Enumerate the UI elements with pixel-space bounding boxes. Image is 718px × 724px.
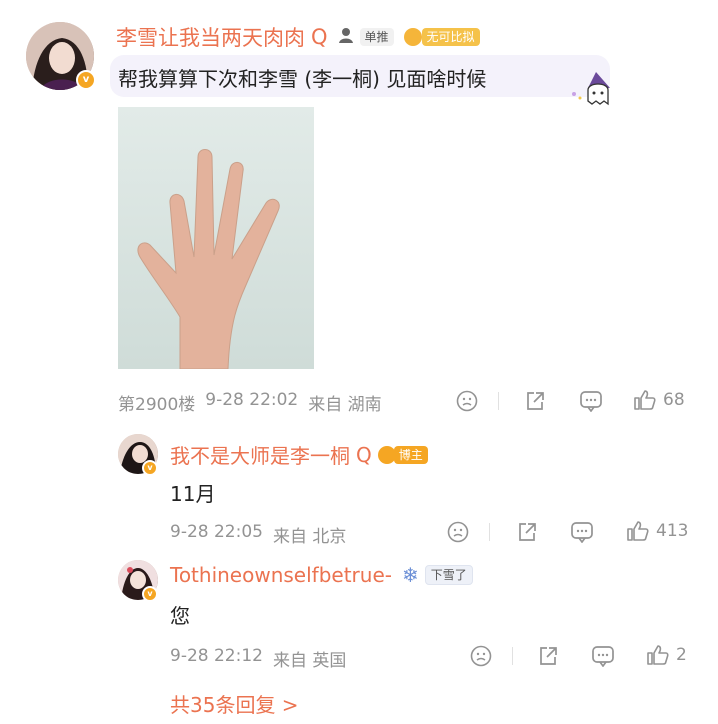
- reply-text: 您: [170, 604, 190, 628]
- snowflake-icon: ❄: [401, 563, 419, 587]
- comment-icon[interactable]: [579, 390, 603, 416]
- divider: [498, 392, 499, 410]
- username[interactable]: 李雪让我当两天肉肉: [116, 22, 305, 52]
- reply-time: 9-28 22:12: [170, 646, 263, 666]
- thumbs-up-icon: [647, 645, 669, 665]
- verified-badge-icon: v: [142, 460, 158, 476]
- medal-icon: [403, 28, 422, 46]
- react-emoji-icon[interactable]: [456, 390, 478, 416]
- share-icon[interactable]: [537, 645, 559, 671]
- comment-source: 来自 湖南: [308, 395, 382, 415]
- reply-username[interactable]: 我不是大师是李一桐: [170, 440, 350, 469]
- like-count: 2: [676, 645, 687, 665]
- divider: [512, 647, 513, 665]
- verified-badge-icon: v: [142, 586, 158, 602]
- like-button[interactable]: 68: [633, 389, 685, 411]
- comment-icon[interactable]: [570, 521, 594, 547]
- thumbs-up-icon: [634, 390, 656, 410]
- thumbs-up-icon: [627, 521, 649, 541]
- hand-illustration: [137, 149, 280, 369]
- comment-text: 帮我算算下次和李雪 (李一桐) 见面啥时候: [118, 67, 487, 91]
- react-emoji-icon[interactable]: [470, 645, 492, 671]
- divider: [489, 523, 490, 541]
- like-button[interactable]: 413: [626, 520, 688, 542]
- reply-text: 11月: [170, 482, 216, 506]
- ghost-wizard-icon: [566, 68, 616, 112]
- reply-username[interactable]: Tothineownselfbetrue-: [170, 563, 392, 587]
- comment-time: 9-28 22:02: [205, 390, 299, 410]
- status-badge: 下雪了: [424, 565, 473, 585]
- react-emoji-icon[interactable]: [447, 521, 469, 547]
- more-replies-link[interactable]: 共35条回复 >: [170, 689, 299, 718]
- user-icon: [338, 26, 354, 48]
- floor-number: 第2900楼: [118, 395, 196, 415]
- q-icon: Q: [356, 442, 372, 467]
- q-icon: Q: [311, 25, 328, 49]
- like-count: 68: [663, 390, 685, 410]
- reply-source: 来自 英国: [272, 651, 347, 671]
- comment-icon[interactable]: [591, 645, 615, 671]
- share-icon[interactable]: [516, 521, 538, 547]
- verified-badge-icon: v: [76, 70, 96, 90]
- share-icon[interactable]: [524, 390, 546, 416]
- attached-image[interactable]: [118, 107, 314, 369]
- like-count: 413: [656, 521, 689, 541]
- fan-badge[interactable]: 单推: [359, 28, 394, 46]
- like-button[interactable]: 2: [646, 644, 687, 666]
- author-badge: 博主: [393, 445, 428, 464]
- reply-source: 来自 北京: [272, 527, 347, 547]
- medal-badge[interactable]: 无可比拟: [421, 28, 480, 46]
- reply-time: 9-28 22:05: [170, 522, 263, 542]
